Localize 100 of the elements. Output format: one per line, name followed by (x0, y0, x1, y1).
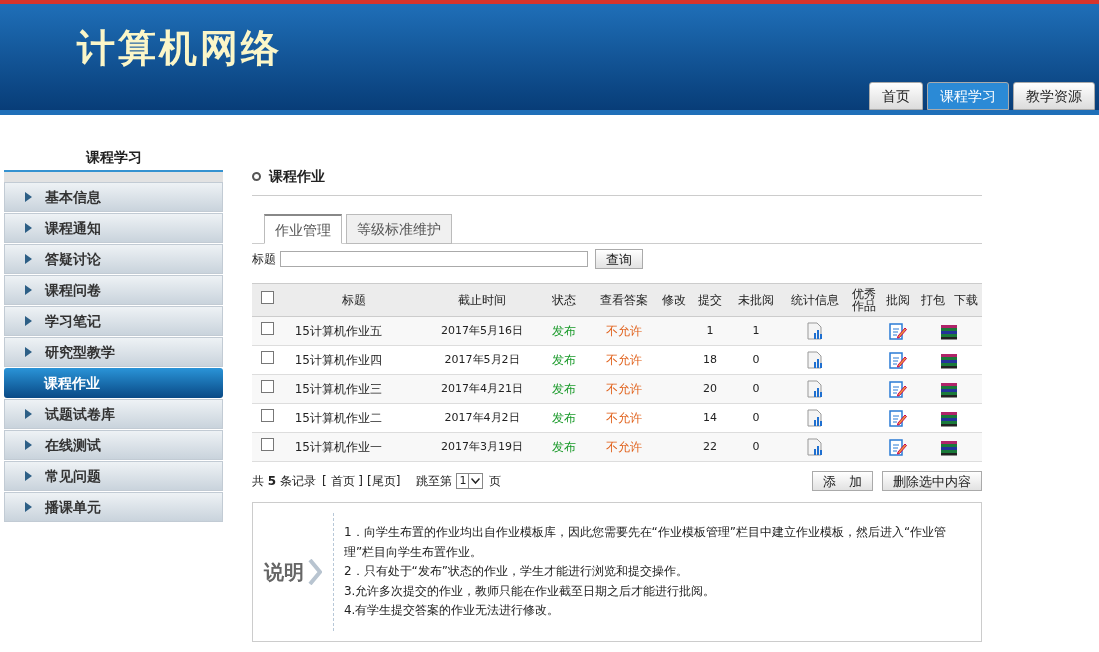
sidebar-item[interactable]: 答疑讨论 (4, 244, 223, 274)
action-button[interactable]: 删除选中内容 (882, 471, 982, 491)
deadline-text: 2017年5月2日 (444, 352, 520, 366)
submitted-count: 14 (703, 410, 717, 424)
column-header: 批阅 (886, 294, 911, 306)
unreviewed-count: 1 (752, 323, 760, 337)
deadline-text: 2017年4月2日 (444, 410, 520, 424)
chart-document-icon[interactable] (807, 351, 824, 370)
triangle-bullet-icon (25, 409, 32, 419)
checkbox[interactable] (260, 438, 274, 451)
edit-note-icon[interactable] (889, 351, 908, 370)
status-text: 发布 (551, 411, 576, 425)
note-label: 说明 (263, 559, 304, 586)
chart-document-icon[interactable] (807, 380, 824, 399)
sidebar-item[interactable]: 研究型教学 (4, 337, 223, 367)
note-text: 4.有学生提交答案的作业无法进行修改。 (343, 602, 561, 619)
unreviewed-count: 0 (752, 410, 760, 424)
edit-note-icon[interactable] (889, 322, 908, 341)
column-header: 下载 (953, 294, 978, 306)
submitted-count: 1 (706, 323, 714, 337)
chevron-icon (307, 559, 322, 585)
triangle-bullet-icon (25, 316, 32, 326)
checkbox[interactable] (260, 322, 274, 335)
sidebar-item[interactable]: 试题试卷库 (4, 399, 223, 429)
title-search-field[interactable] (280, 251, 588, 267)
note-text: 3.允许多次提交的作业，教师只能在作业截至日期之后才能进行批阅。 (343, 582, 717, 600)
edit-note-icon[interactable] (889, 409, 908, 428)
edit-note-icon[interactable] (889, 438, 908, 457)
assignment-title[interactable]: 15计算机作业五 (294, 324, 382, 338)
column-header: 统计信息 (791, 294, 840, 306)
book-stack-icon[interactable] (940, 352, 959, 369)
page-label: 页 (489, 473, 502, 490)
column-header: 未批阅 (738, 294, 774, 306)
triangle-bullet-icon (25, 440, 32, 450)
status-text: 发布 (551, 440, 576, 454)
assignment-title[interactable]: 15计算机作业一 (294, 440, 382, 454)
submitted-count: 22 (703, 439, 717, 453)
tab[interactable]: 等级标准维护 (346, 214, 452, 244)
book-stack-icon[interactable] (940, 381, 959, 398)
sidebar-item[interactable]: 基本信息 (4, 182, 223, 212)
sidebar-item[interactable]: 课程作业 (4, 368, 223, 398)
nav-tab[interactable]: 教学资源 (1013, 82, 1095, 110)
checkbox[interactable] (260, 409, 274, 422)
bullet-icon (252, 172, 261, 181)
action-button[interactable]: 添 加 (812, 471, 873, 491)
deadline-text: 2017年3月19日 (441, 439, 523, 453)
last-page-link[interactable]: [尾页] (367, 472, 401, 490)
first-page-link[interactable]: [ 首页 ] (322, 472, 363, 490)
nav-tab[interactable]: 课程学习 (927, 82, 1009, 110)
triangle-bullet-icon (25, 471, 32, 481)
triangle-bullet-icon (25, 347, 32, 357)
edit-note-icon[interactable] (889, 380, 908, 399)
book-stack-icon[interactable] (940, 439, 959, 456)
checkbox[interactable] (260, 351, 274, 364)
note-text: 1．向学生布置的作业均出自作业模板库，因此您需要先在“作业模板管理”栏目中建立作业模板，然后进入“作业管理”栏目向学生布置作业。 (343, 524, 948, 561)
search-button[interactable]: 查询 (595, 249, 643, 269)
answer-permission-text: 不允许 (606, 324, 643, 338)
sidebar-item[interactable]: 课程问卷 (4, 275, 223, 305)
book-stack-icon[interactable] (940, 410, 959, 427)
assignment-title[interactable]: 15计算机作业二 (294, 411, 382, 425)
column-header: 标题 (342, 294, 367, 306)
column-header: 状态 (551, 294, 576, 306)
chart-document-icon[interactable] (807, 438, 824, 457)
answer-permission-text: 不允许 (606, 411, 643, 425)
nav-tab[interactable]: 首页 (869, 82, 923, 110)
unreviewed-count: 0 (752, 352, 760, 366)
sidebar-item[interactable]: 播课单元 (4, 492, 223, 522)
sidebar-item[interactable]: 学习笔记 (4, 306, 223, 336)
triangle-bullet-icon (25, 502, 32, 512)
tab[interactable]: 作业管理 (264, 214, 342, 244)
unreviewed-count: 0 (752, 439, 760, 453)
sidebar-item[interactable]: 在线测试 (4, 430, 223, 460)
answer-permission-text: 不允许 (606, 353, 643, 367)
assignment-title[interactable]: 15计算机作业四 (294, 353, 382, 367)
checkbox[interactable] (260, 380, 274, 393)
sidebar-item[interactable]: 课程通知 (4, 213, 223, 243)
checkbox[interactable] (260, 291, 274, 304)
triangle-bullet-icon (25, 192, 32, 202)
assignment-title[interactable]: 15计算机作业三 (294, 382, 382, 396)
dropdown-caret-icon[interactable] (471, 478, 481, 484)
triangle-bullet-icon (25, 223, 32, 233)
status-text: 发布 (551, 382, 576, 396)
column-header: 修改 (662, 294, 687, 306)
submitted-count: 20 (703, 381, 717, 395)
sidebar-item[interactable]: 常见问题 (4, 461, 223, 491)
chart-document-icon[interactable] (807, 322, 824, 341)
search-label: 标题 (252, 251, 276, 268)
chart-document-icon[interactable] (807, 409, 824, 428)
unreviewed-count: 0 (752, 381, 760, 395)
book-stack-icon[interactable] (940, 323, 959, 340)
jump-label: 跳至第 (416, 473, 453, 490)
submitted-count: 18 (703, 352, 717, 366)
triangle-bullet-icon (25, 285, 32, 295)
column-header: 打包 (920, 294, 945, 306)
section-title: 课程作业 (269, 167, 325, 186)
column-header: 截止时间 (458, 294, 506, 306)
deadline-text: 2017年5月16日 (441, 323, 523, 337)
triangle-bullet-icon (25, 254, 32, 264)
page-select[interactable]: 1 (456, 473, 484, 489)
status-text: 发布 (551, 324, 576, 338)
